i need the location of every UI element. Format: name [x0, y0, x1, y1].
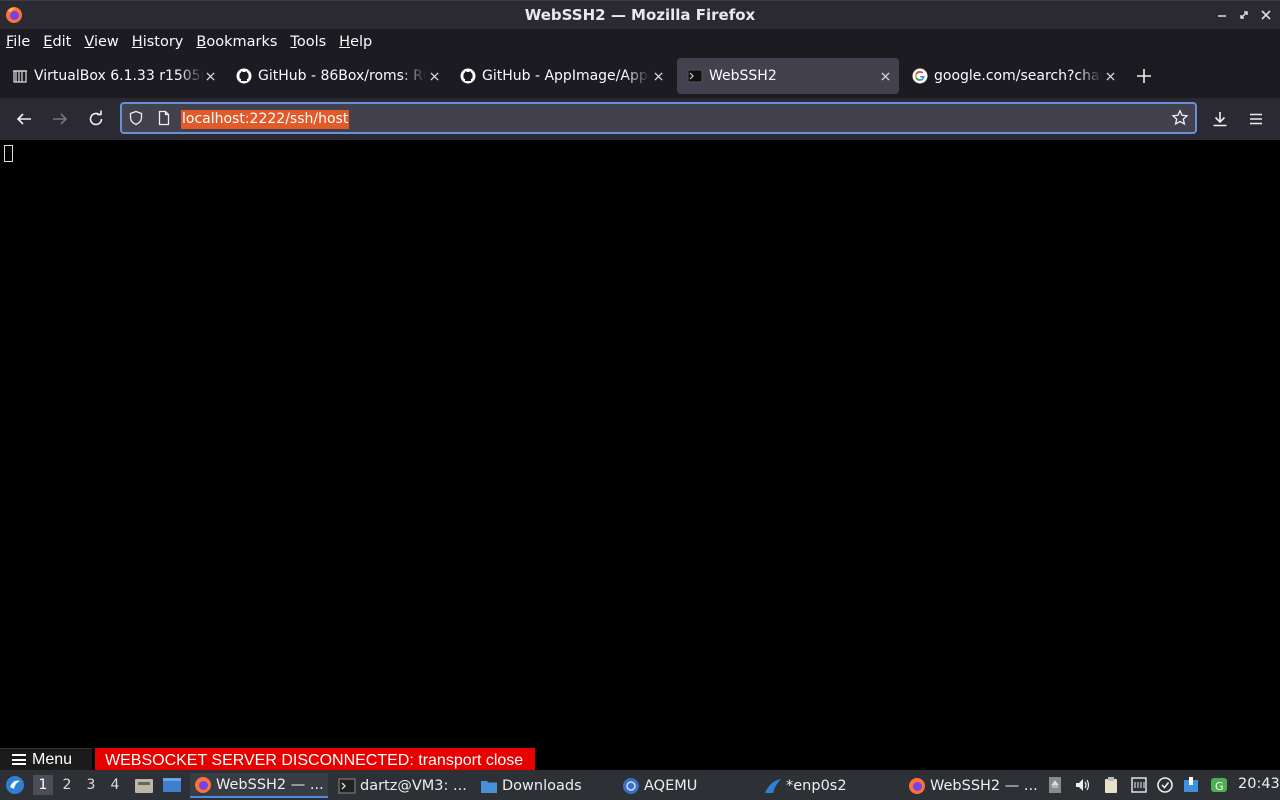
terminal-cursor: [4, 145, 13, 162]
minimize-icon: [1218, 15, 1226, 17]
tab-github-appimage[interactable]: GitHub - AppImage/AppImageKit: [450, 58, 672, 94]
hamburger-icon: [1250, 113, 1262, 125]
tab-close-button[interactable]: [1102, 68, 1118, 84]
task-terminal[interactable]: dartz@VM3: ...: [334, 773, 472, 798]
app-menu-button[interactable]: [1246, 109, 1266, 129]
maximize-button[interactable]: [1236, 7, 1252, 23]
svg-text:G: G: [1215, 780, 1224, 793]
firefox-icon: [195, 776, 211, 793]
webssh-menu-button[interactable]: Menu: [0, 748, 92, 770]
clock[interactable]: 20:43: [1238, 776, 1280, 792]
terminal-icon: [687, 69, 703, 83]
aqemu-icon: [623, 777, 639, 794]
workspace-1[interactable]: 1: [33, 775, 53, 795]
tab-close-button[interactable]: [877, 68, 893, 84]
back-button[interactable]: [14, 109, 34, 129]
download-icon: [1213, 112, 1227, 127]
google-icon: [912, 68, 928, 84]
task-webssh2-firefox[interactable]: WebSSH2 — ...: [190, 773, 328, 798]
url-text[interactable]: localhost:2222/ssh/host: [181, 110, 350, 129]
downloads-button[interactable]: [1210, 109, 1230, 129]
window-title: WebSSH2 — Mozilla Firefox: [524, 6, 756, 24]
tab-virtualbox[interactable]: VirtualBox 6.1.33 r150502: [2, 58, 224, 94]
virtualbox-icon: [13, 70, 27, 83]
folder-icon: [481, 780, 497, 793]
webssh-menu-label: Menu: [32, 750, 73, 768]
close-window-button[interactable]: [1258, 7, 1274, 23]
menu-history[interactable]: History: [132, 34, 184, 50]
arrow-left-icon: [16, 113, 31, 125]
tab-close-button[interactable]: [202, 68, 218, 84]
webssh-footer: Menu WEBSOCKET SERVER DISCONNECTED: tran…: [0, 748, 1280, 770]
forward-button[interactable]: [50, 109, 70, 129]
firefox-icon: [909, 777, 925, 794]
file-manager-icon[interactable]: [134, 776, 154, 794]
url-bar[interactable]: localhost:2222/ssh/host: [120, 102, 1197, 134]
menu-tools[interactable]: Tools: [290, 34, 326, 50]
taskbar: 1 2 3 4 WebSSH2 — ... dartz@VM3: ... Dow…: [0, 770, 1280, 800]
github-icon: [236, 68, 252, 84]
tab-google-search[interactable]: google.com/search?channel: [902, 58, 1124, 94]
maximize-icon: [1240, 11, 1248, 19]
tab-webssh2[interactable]: WebSSH2: [677, 58, 899, 94]
shield-icon[interactable]: [128, 110, 144, 126]
workspace-4[interactable]: 4: [105, 775, 125, 795]
task-aqemu[interactable]: AQEMU: [618, 773, 756, 798]
wireshark-icon: [765, 778, 781, 793]
window-titlebar[interactable]: WebSSH2 — Mozilla Firefox: [0, 0, 1280, 29]
close-icon: [1261, 10, 1271, 20]
notification-icon[interactable]: [1182, 776, 1200, 794]
terminal-icon: [338, 778, 356, 793]
clipboard-icon[interactable]: [1102, 776, 1120, 794]
close-icon: [205, 71, 215, 81]
close-icon: [1105, 71, 1115, 81]
arrow-right-icon: [53, 113, 68, 125]
tab-close-button[interactable]: [426, 68, 442, 84]
reload-button[interactable]: [86, 109, 106, 129]
page-icon[interactable]: [156, 110, 172, 126]
menu-bookmarks[interactable]: Bookmarks: [196, 34, 277, 50]
star-icon[interactable]: [1171, 109, 1189, 127]
show-desktop-icon[interactable]: [162, 776, 182, 794]
reload-icon: [89, 110, 103, 126]
start-menu-icon[interactable]: [5, 775, 25, 795]
green-app-icon[interactable]: G: [1210, 776, 1228, 794]
tab-github-86box[interactable]: GitHub - 86Box/roms: ROMs: [226, 58, 448, 94]
terminal-area[interactable]: [0, 140, 1280, 748]
connection-status: WEBSOCKET SERVER DISCONNECTED: transport…: [95, 748, 535, 770]
menu-view[interactable]: View: [84, 34, 118, 50]
hamburger-icon: [12, 754, 26, 765]
update-icon[interactable]: [1156, 776, 1174, 794]
github-icon: [460, 68, 476, 84]
close-icon: [429, 71, 439, 81]
new-tab-button[interactable]: [1134, 66, 1154, 86]
eject-icon[interactable]: [1046, 776, 1064, 794]
menu-edit[interactable]: Edit: [43, 34, 71, 50]
workspace-3[interactable]: 3: [81, 775, 101, 795]
workspace-2[interactable]: 2: [57, 775, 77, 795]
task-wireshark[interactable]: *enp0s2: [760, 773, 898, 798]
menu-bar: File Edit View History Bookmarks Tools H…: [0, 29, 1280, 54]
close-icon: [653, 71, 663, 81]
network-icon[interactable]: [1130, 776, 1148, 794]
menu-help[interactable]: Help: [339, 34, 372, 50]
navigation-toolbar: localhost:2222/ssh/host: [0, 98, 1280, 140]
task-webssh2-firefox-2[interactable]: WebSSH2 — ...: [904, 773, 1042, 798]
volume-icon[interactable]: [1074, 776, 1092, 794]
close-icon: [880, 71, 890, 81]
task-downloads[interactable]: Downloads: [476, 773, 614, 798]
minimize-button[interactable]: [1214, 7, 1230, 23]
menu-file[interactable]: File: [6, 34, 30, 50]
tab-close-button[interactable]: [650, 68, 666, 84]
tab-strip: VirtualBox 6.1.33 r150502 GitHub - 86Box…: [0, 54, 1280, 98]
